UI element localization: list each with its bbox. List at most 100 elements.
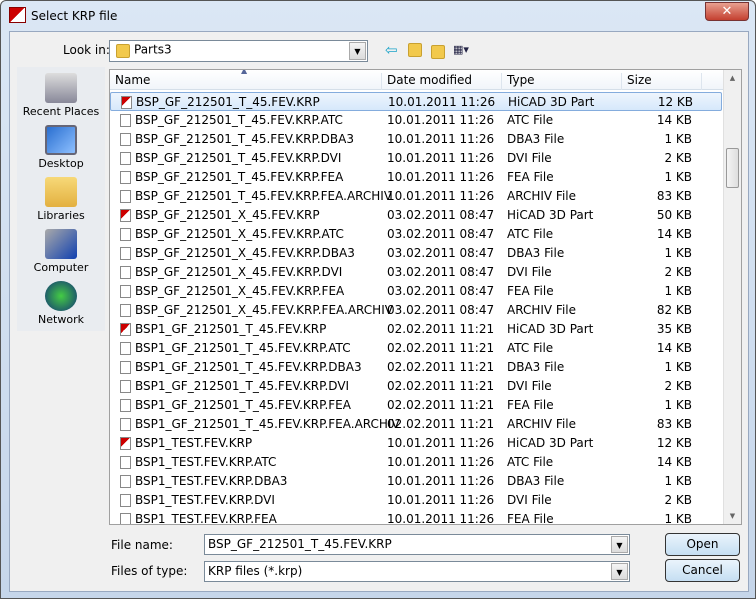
- file-row[interactable]: BSP1_GF_212501_T_45.FEV.KRP.FEA.ARCHIV 0…: [110, 415, 722, 434]
- file-size: 82 KB: [656, 303, 692, 317]
- back-arrow-icon[interactable]: ⇦: [385, 41, 398, 59]
- file-row[interactable]: BSP_GF_212501_X_45.FEV.KRP.FEA.ARCHIV 03…: [110, 301, 722, 320]
- folder-icon: [116, 44, 130, 58]
- file-row[interactable]: BSP_GF_212501_T_45.FEV.KRP.DVI 10.01.201…: [110, 149, 722, 168]
- file-icon: [120, 228, 131, 241]
- file-type: ATC File: [507, 455, 554, 469]
- place-desktop[interactable]: Desktop: [17, 125, 105, 170]
- network-icon: [45, 281, 77, 311]
- look-in-combo[interactable]: Parts3 ▼: [109, 40, 368, 62]
- cancel-button[interactable]: Cancel: [665, 559, 740, 582]
- file-row[interactable]: BSP1_GF_212501_T_45.FEV.KRP.DBA3 02.02.2…: [110, 358, 722, 377]
- look-in-label: Look in:: [63, 43, 110, 57]
- place-computer[interactable]: Computer: [17, 229, 105, 274]
- file-row[interactable]: BSP1_GF_212501_T_45.FEV.KRP 02.02.2011 1…: [110, 320, 722, 339]
- file-name-value: BSP_GF_212501_T_45.FEV.KRP: [208, 537, 392, 551]
- vertical-scrollbar[interactable]: ▲ ▼: [723, 70, 741, 524]
- view-menu-icon[interactable]: ▦▾: [453, 43, 478, 57]
- column-date[interactable]: Date modified: [382, 73, 502, 90]
- file-size: 14 KB: [656, 341, 692, 355]
- close-button[interactable]: ✕: [705, 2, 749, 21]
- file-name-input[interactable]: BSP_GF_212501_T_45.FEV.KRP ▼: [204, 534, 630, 555]
- file-size: 2 KB: [664, 265, 692, 279]
- file-icon: [120, 418, 131, 431]
- file-type-select[interactable]: KRP files (*.krp) ▼: [204, 561, 630, 582]
- new-folder-icon[interactable]: [431, 45, 445, 59]
- up-folder-icon[interactable]: [408, 43, 422, 57]
- file-date: 03.02.2011 08:47: [387, 303, 495, 317]
- open-button[interactable]: Open: [665, 533, 740, 556]
- file-row[interactable]: BSP_GF_212501_X_45.FEV.KRP 03.02.2011 08…: [110, 206, 722, 225]
- file-date: 10.01.2011 11:26: [387, 189, 495, 203]
- file-name: BSP1_GF_212501_T_45.FEV.KRP.FEA: [135, 398, 351, 412]
- column-type[interactable]: Type: [502, 73, 622, 90]
- chevron-down-icon[interactable]: ▼: [611, 536, 628, 553]
- file-name: BSP1_GF_212501_T_45.FEV.KRP.ATC: [135, 341, 351, 355]
- file-name: BSP_GF_212501_X_45.FEV.KRP.ATC: [135, 227, 344, 241]
- file-row[interactable]: BSP_GF_212501_X_45.FEV.KRP.DBA3 03.02.20…: [110, 244, 722, 263]
- file-size: 14 KB: [656, 227, 692, 241]
- chevron-down-icon[interactable]: ▼: [349, 42, 366, 60]
- file-row[interactable]: BSP_GF_212501_T_45.FEV.KRP.FEA 10.01.201…: [110, 168, 722, 187]
- file-size: 14 KB: [656, 113, 692, 127]
- file-row[interactable]: BSP1_TEST.FEV.KRP.ATC 10.01.2011 11:26 A…: [110, 453, 722, 472]
- file-row[interactable]: BSP1_TEST.FEV.KRP.DVI 10.01.2011 11:26 D…: [110, 491, 722, 510]
- scroll-thumb[interactable]: [726, 148, 739, 188]
- file-row[interactable]: BSP_GF_212501_X_45.FEV.KRP.DVI 03.02.201…: [110, 263, 722, 282]
- place-recent-places[interactable]: Recent Places: [17, 73, 105, 118]
- file-size: 83 KB: [656, 417, 692, 431]
- file-row[interactable]: BSP_GF_212501_X_45.FEV.KRP.ATC 03.02.201…: [110, 225, 722, 244]
- place-network[interactable]: Network: [17, 281, 105, 326]
- file-size: 1 KB: [664, 132, 692, 146]
- file-icon: [120, 361, 131, 374]
- file-type: ATC File: [507, 113, 554, 127]
- file-row[interactable]: BSP1_GF_212501_T_45.FEV.KRP.DVI 02.02.20…: [110, 377, 722, 396]
- column-size[interactable]: Size: [622, 73, 702, 90]
- file-icon: [120, 342, 131, 355]
- file-date: 02.02.2011 11:21: [387, 341, 495, 355]
- file-date: 03.02.2011 08:47: [387, 265, 495, 279]
- file-date: 10.01.2011 11:26: [387, 455, 495, 469]
- file-date: 03.02.2011 08:47: [387, 227, 495, 241]
- file-size: 1 KB: [664, 474, 692, 488]
- file-date: 02.02.2011 11:21: [387, 398, 495, 412]
- file-row[interactable]: BSP_GF_212501_X_45.FEV.KRP.FEA 03.02.201…: [110, 282, 722, 301]
- file-name-label: File name:: [111, 538, 173, 552]
- scroll-down-icon[interactable]: ▼: [724, 512, 741, 520]
- file-list[interactable]: ▲ Name Date modified Type Size BSP_GF_21…: [109, 69, 742, 525]
- file-date: 10.01.2011 11:26: [387, 493, 495, 507]
- file-name: BSP_GF_212501_T_45.FEV.KRP.DBA3: [135, 132, 354, 146]
- file-size: 83 KB: [656, 189, 692, 203]
- file-type: ARCHIV File: [507, 417, 576, 431]
- file-date: 02.02.2011 11:21: [387, 379, 495, 393]
- file-row[interactable]: BSP_GF_212501_T_45.FEV.KRP 10.01.2011 11…: [110, 92, 722, 111]
- file-row[interactable]: BSP1_TEST.FEV.KRP.DBA3 10.01.2011 11:26 …: [110, 472, 722, 491]
- file-row[interactable]: BSP1_TEST.FEV.KRP 10.01.2011 11:26 HiCAD…: [110, 434, 722, 453]
- file-icon: [120, 133, 131, 146]
- file-date: 10.01.2011 11:26: [387, 113, 495, 127]
- file-name: BSP_GF_212501_X_45.FEV.KRP.FEA.ARCHIV: [135, 303, 393, 317]
- place-libraries[interactable]: Libraries: [17, 177, 105, 222]
- file-type: ATC File: [507, 227, 554, 241]
- file-size: 12 KB: [656, 436, 692, 450]
- file-row[interactable]: BSP_GF_212501_T_45.FEV.KRP.ATC 10.01.201…: [110, 111, 722, 130]
- file-row[interactable]: BSP1_TEST.FEV.KRP.FEA 10.01.2011 11:26 F…: [110, 510, 722, 525]
- place-label: Libraries: [37, 209, 85, 222]
- column-name[interactable]: Name: [110, 73, 382, 90]
- scroll-up-icon[interactable]: ▲: [724, 74, 741, 82]
- file-size: 1 KB: [664, 170, 692, 184]
- chevron-down-icon[interactable]: ▼: [611, 563, 628, 580]
- file-type: HiCAD 3D Part: [507, 322, 594, 336]
- file-type: DVI File: [507, 493, 552, 507]
- file-row[interactable]: BSP1_GF_212501_T_45.FEV.KRP.ATC 02.02.20…: [110, 339, 722, 358]
- file-date: 10.01.2011 11:26: [387, 474, 495, 488]
- file-size: 14 KB: [656, 455, 692, 469]
- file-icon: [120, 380, 131, 393]
- look-in-value: Parts3: [134, 42, 172, 57]
- file-row[interactable]: BSP_GF_212501_T_45.FEV.KRP.FEA.ARCHIV 10…: [110, 187, 722, 206]
- file-row[interactable]: BSP1_GF_212501_T_45.FEV.KRP.FEA 02.02.20…: [110, 396, 722, 415]
- file-row[interactable]: BSP_GF_212501_T_45.FEV.KRP.DBA3 10.01.20…: [110, 130, 722, 149]
- file-type: FEA File: [507, 512, 554, 525]
- file-date: 10.01.2011 11:26: [387, 132, 495, 146]
- file-icon: [120, 266, 131, 279]
